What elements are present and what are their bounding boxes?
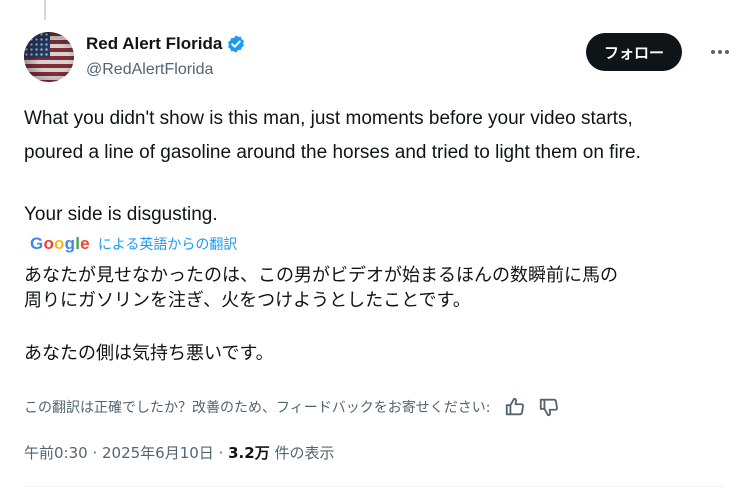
translated-from-english-link[interactable]: による英語からの翻訳 (98, 234, 238, 254)
translated-text-line: 周りにガソリンを注ぎ、火をつけようとしたことです。 (24, 290, 471, 311)
tweet-date[interactable]: 2025年6月10日 (102, 444, 214, 462)
tweet-text-line: poured a line of gasoline around the hor… (24, 142, 641, 163)
follow-button[interactable]: フォロー (586, 33, 682, 71)
thumbs-up-icon[interactable] (504, 396, 526, 418)
author-display-name[interactable]: Red Alert Florida (86, 34, 222, 54)
author-name-row[interactable]: Red Alert Florida (86, 34, 246, 54)
author-handle[interactable]: @RedAlertFlorida (86, 61, 213, 79)
translation-feedback: この翻訳は正確でしたか？改善のため、フィードバックをお寄せください: (24, 396, 560, 418)
divider (24, 486, 724, 487)
feedback-prompt: この翻訳は正確でしたか？改善のため、フィードバックをお寄せください: (24, 400, 491, 416)
tweet-text-line: What you didn't show is this man, just m… (24, 108, 633, 129)
thumbs-down-icon[interactable] (538, 396, 560, 418)
translated-text-line: あなたが見せなかったのは、この男がビデオが始まるほんの数瞬前に馬の (24, 265, 618, 286)
thread-connector-line (44, 0, 46, 20)
views-label: 件の表示 (269, 444, 335, 462)
verified-badge-icon (226, 34, 246, 54)
tweet-meta: 午前0:30 · 2025年6月10日 · 3.2万 件の表示 (24, 444, 335, 462)
avatar[interactable] (24, 32, 74, 82)
translation-attribution: Google による英語からの翻訳 (30, 234, 237, 254)
more-options-icon[interactable] (706, 43, 734, 61)
google-logo: Google (30, 234, 90, 253)
tweet-text-line: Your side is disgusting. (24, 204, 218, 225)
views-count: 3.2万 (228, 444, 270, 462)
translated-text-line: あなたの側は気持ち悪いです。 (24, 343, 274, 364)
tweet-time[interactable]: 午前0:30 (24, 444, 88, 462)
